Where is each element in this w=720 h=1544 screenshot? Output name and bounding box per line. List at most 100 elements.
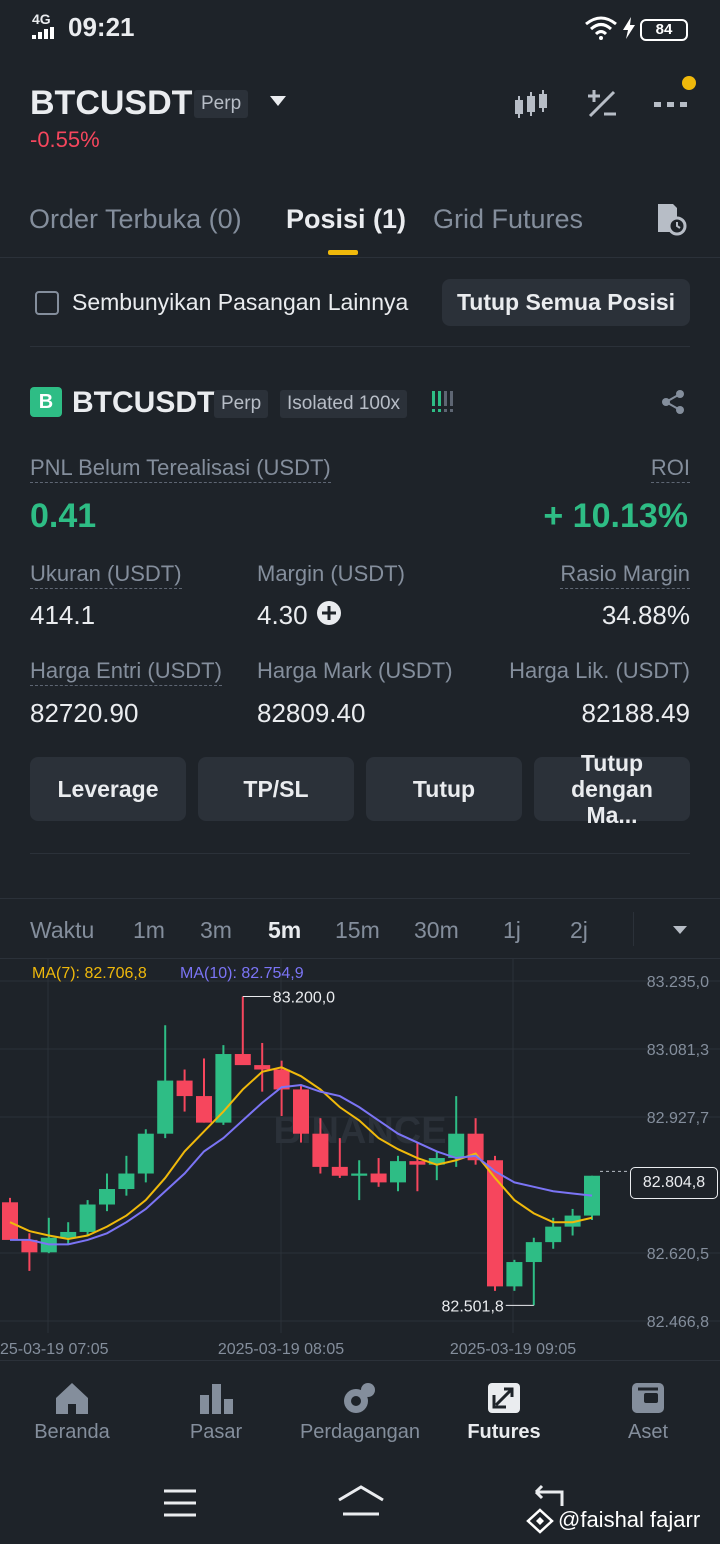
chevron-down-icon[interactable]: [673, 926, 687, 934]
battery-indicator: 84: [640, 19, 688, 41]
candle-body: [448, 1133, 465, 1159]
home-button-icon[interactable]: [336, 1484, 386, 1518]
low-annotation: 82.501,8: [442, 1298, 504, 1315]
timeframe-5m[interactable]: 5m: [268, 917, 301, 944]
roi-label[interactable]: ROI: [650, 455, 690, 483]
close-all-positions-button[interactable]: Tutup Semua Posisi: [442, 279, 690, 326]
nav-futures-label: Futures: [467, 1421, 541, 1443]
timeframe-15m[interactable]: 15m: [335, 917, 380, 944]
candle-body: [293, 1089, 309, 1134]
nav-trade[interactable]: Perdagangan: [288, 1381, 432, 1444]
more-options-icon[interactable]: [652, 86, 692, 122]
timeframe-2j[interactable]: 2j: [570, 917, 588, 944]
binance-logo-icon: [526, 1508, 554, 1534]
size-value: 414.1: [30, 600, 96, 630]
divider: [30, 853, 690, 854]
menu-icon[interactable]: [162, 1488, 198, 1518]
nav-assets[interactable]: Aset: [576, 1381, 720, 1444]
size-label[interactable]: Ukuran (USDT): [30, 561, 182, 589]
timeframe-1j[interactable]: 1j: [503, 917, 521, 944]
nav-assets-label: Aset: [627, 1421, 669, 1443]
high-annotation: 83.200,0: [273, 989, 335, 1006]
user-watermark: @faishal fajarr: [558, 1507, 701, 1532]
candle-body: [176, 1080, 193, 1097]
hide-other-pairs-checkbox[interactable]: [35, 291, 59, 315]
price-chart[interactable]: 83.235,0 83.081,3 82.927,7 82.620,5 82.466,8…: [0, 958, 720, 1360]
liquidation-price-label: Harga Lik. (USDT): [509, 658, 690, 683]
network-indicator: 4G: [32, 11, 51, 27]
nav-futures[interactable]: Futures: [432, 1381, 576, 1444]
timeframe-1m[interactable]: 1m: [133, 917, 165, 944]
nav-markets-label: Pasar: [189, 1421, 243, 1443]
hide-other-pairs-label[interactable]: Sembunyikan Pasangan Lainnya: [72, 289, 408, 316]
ma10-label: MA(10): 82.754,9: [180, 965, 304, 982]
candle-body: [351, 1173, 368, 1176]
nav-trade-label: Perdagangan: [299, 1421, 421, 1443]
position-pair[interactable]: BTCUSDT: [72, 386, 215, 420]
candle-body: [157, 1080, 174, 1134]
margin-label: Margin (USDT): [257, 561, 405, 586]
current-price-label: 82.804,8: [630, 1167, 718, 1199]
add-margin-icon[interactable]: [316, 600, 342, 626]
home-icon: [56, 1383, 88, 1414]
candle-body: [99, 1189, 115, 1205]
y-tick-label: 83.235,0: [647, 974, 709, 991]
tab-open-orders[interactable]: Order Terbuka (0): [29, 204, 242, 235]
margin-ratio-label[interactable]: Rasio Margin: [560, 561, 690, 589]
candlestick-chart-icon[interactable]: [511, 86, 551, 122]
clock: 09:21: [68, 12, 135, 42]
history-icon[interactable]: [655, 202, 687, 236]
divider: [0, 257, 720, 258]
x-tick-label: 25-03-19 07:05: [0, 1341, 109, 1358]
notification-dot: [682, 76, 696, 90]
candle-body: [2, 1202, 18, 1240]
x-tick-label: 2025-03-19 09:05: [450, 1341, 576, 1358]
candle-body: [331, 1166, 348, 1176]
candle-body: [545, 1226, 562, 1243]
candle-body: [409, 1161, 426, 1165]
position-type-badge: Perp: [214, 390, 269, 418]
trade-icon: [344, 1383, 375, 1413]
margin-value: 4.30: [257, 600, 308, 630]
divider: [0, 898, 720, 899]
price-change: -0.55%: [30, 127, 100, 152]
ma7-label: MA(7): 82.706,8: [32, 965, 147, 982]
candle-body: [118, 1173, 135, 1190]
mark-price-value: 82809.40: [257, 698, 366, 728]
leverage-button[interactable]: Leverage: [30, 757, 186, 821]
risk-level-icon: [432, 391, 453, 412]
tab-positions[interactable]: Posisi (1): [286, 204, 406, 235]
roi-value: + 10.13%: [543, 497, 688, 535]
status-bar: 4G 09:21 84: [0, 0, 720, 56]
bar-chart-icon: [200, 1384, 233, 1414]
close-position-button[interactable]: Tutup: [366, 757, 522, 821]
nav-markets[interactable]: Pasar: [144, 1381, 288, 1444]
y-tick-label: 82.466,8: [647, 1314, 709, 1331]
tab-grid-futures[interactable]: Grid Futures: [433, 204, 583, 235]
candle-body: [79, 1204, 96, 1232]
x-tick-label: 2025-03-19 08:05: [218, 1341, 344, 1358]
candle-body: [137, 1133, 154, 1174]
close-market-button[interactable]: Tutup dengan Ma...: [534, 750, 690, 828]
y-tick-label: 82.927,7: [647, 1110, 709, 1127]
candle-body: [390, 1161, 406, 1183]
tpsl-button[interactable]: TP/SL: [198, 757, 354, 821]
candle-body: [370, 1173, 387, 1183]
signal-icon: [32, 27, 54, 39]
nav-home[interactable]: Beranda: [0, 1381, 144, 1444]
calculator-icon[interactable]: [582, 86, 622, 122]
futures-icon: [488, 1383, 520, 1413]
chevron-down-icon[interactable]: [270, 96, 286, 106]
wallet-icon: [632, 1383, 664, 1413]
timeframe-30m[interactable]: 30m: [414, 917, 459, 944]
unrealized-pnl-label[interactable]: PNL Belum Terealisasi (USDT): [30, 455, 331, 483]
liquidation-price-value: 82188.49: [581, 698, 690, 728]
y-tick-label: 82.620,5: [647, 1246, 709, 1263]
candle-body: [60, 1231, 77, 1238]
entry-price-label[interactable]: Harga Entri (USDT): [30, 658, 222, 686]
timeframe-3m[interactable]: 3m: [200, 917, 232, 944]
share-icon[interactable]: [660, 389, 686, 415]
pair-title[interactable]: BTCUSDT: [30, 84, 192, 123]
unrealized-pnl-value: 0.41: [30, 497, 97, 535]
margin-mode-badge[interactable]: Isolated 100x: [280, 390, 408, 418]
